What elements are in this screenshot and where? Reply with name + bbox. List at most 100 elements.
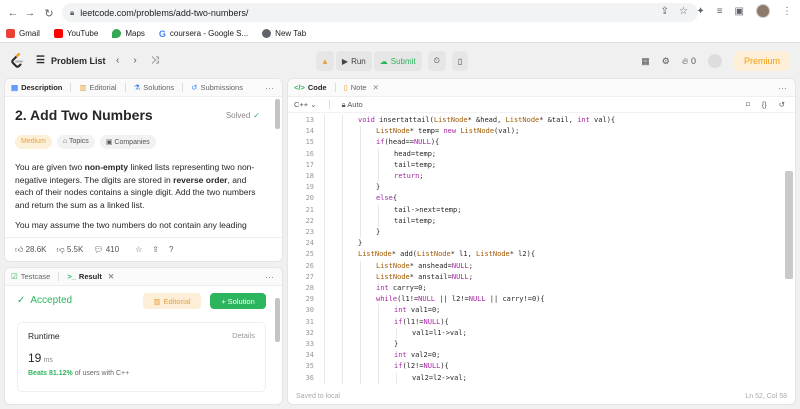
bookmark-maps[interactable]: Maps <box>112 29 145 38</box>
media-icon[interactable]: ≡ <box>717 6 723 17</box>
menu-icon[interactable]: ⋮ <box>782 6 792 17</box>
tab-result[interactable]: >_ Result ✕ <box>67 272 114 281</box>
more-icon[interactable]: ··· <box>265 83 274 93</box>
code-line[interactable]: 36 val2=l2->val; <box>288 372 795 384</box>
code-line[interactable]: 22 tail=temp; <box>288 215 795 227</box>
tab-description[interactable]: ▤ Description <box>11 83 62 92</box>
companies-chip[interactable]: ▣ Companies <box>99 135 156 149</box>
code-line[interactable]: 17 tail=temp; <box>288 159 795 171</box>
layout-icon[interactable]: ▦ <box>641 56 650 67</box>
auto-toggle[interactable]: 🔒︎ Auto <box>342 100 363 110</box>
braces-icon[interactable]: {} <box>762 100 767 109</box>
code-more-icon[interactable]: ··· <box>778 83 787 93</box>
result-scrollbar[interactable] <box>275 298 280 342</box>
code-line[interactable]: 30 int val1=0; <box>288 305 795 317</box>
code-line[interactable]: 31 if(l1!=NULL){ <box>288 316 795 328</box>
indent-guide <box>324 227 325 239</box>
favorite-star-icon[interactable]: ☆ <box>135 245 142 254</box>
code-line[interactable]: 34 int val2=0; <box>288 350 795 362</box>
code-line[interactable]: 35 if(l2!=NULL){ <box>288 361 795 373</box>
code-editor[interactable]: 13 void insertattail(ListNode* &head, Lis… <box>288 113 795 388</box>
code-line[interactable]: 25 ListNode* add(ListNode* l1, ListNode* … <box>288 249 795 261</box>
runtime-card[interactable]: Runtime Details 19 ms Beats 81.12% of us… <box>17 322 266 392</box>
result-more-icon[interactable]: ··· <box>265 272 274 282</box>
reload-icon[interactable]: ↻ <box>40 4 58 22</box>
line-number: 24 <box>305 239 314 248</box>
bookmark-star-icon[interactable]: ☆ <box>679 6 688 17</box>
code-line[interactable]: 16 head=temp; <box>288 148 795 160</box>
sidebar-icon[interactable]: ▣ <box>735 6 744 17</box>
profile-avatar[interactable] <box>756 4 770 18</box>
user-avatar-icon[interactable] <box>707 54 722 68</box>
extensions-icon[interactable]: ✦ <box>696 6 704 17</box>
tab-solutions[interactable]: ⚗ Solutions <box>134 83 175 92</box>
tab-editorial[interactable]: ▥ Editorial <box>79 83 116 92</box>
code-line[interactable]: 33} <box>288 339 795 351</box>
run-button[interactable]: ▶ Run <box>335 51 372 71</box>
leetcode-logo-icon[interactable] <box>10 53 24 69</box>
accepted-status: ✓ Accepted <box>17 295 73 306</box>
comments-button[interactable]: 💬︎ 410 <box>93 245 119 254</box>
bookmark-gmail[interactable]: Gmail <box>6 29 40 38</box>
solution-button[interactable]: + Solution <box>210 293 266 309</box>
bookmark-youtube[interactable]: YouTube <box>53 29 98 38</box>
code-line[interactable]: 23} <box>288 227 795 239</box>
indent-guide <box>360 283 361 295</box>
settings-gear-icon[interactable]: ⚙ <box>662 56 670 67</box>
submit-button[interactable]: ☁ Submit <box>373 51 422 71</box>
youtube-icon <box>53 29 63 38</box>
code-line[interactable]: 26 ListNode* anshead=NULL; <box>288 260 795 272</box>
code-line[interactable]: 20 else{ <box>288 193 795 205</box>
play-icon: ▶ <box>341 56 349 66</box>
back-icon[interactable]: ← <box>4 4 22 22</box>
runtime-value: 19 <box>28 351 42 365</box>
code-line[interactable]: 24} <box>288 238 795 250</box>
help-icon[interactable]: ? <box>169 245 173 254</box>
dislike-button[interactable]: 👎︎ 5.5K <box>57 245 84 255</box>
code-line[interactable]: 14 ListNode* temp= new ListNode(val); <box>288 126 795 138</box>
bookmark-icon[interactable]: ⌑ <box>746 100 750 109</box>
timer-button[interactable]: ⏲ <box>427 51 446 71</box>
code-line[interactable]: 27 ListNode* anstail=NULL; <box>288 271 795 283</box>
code-line[interactable]: 21 tail->next=temp; <box>288 204 795 216</box>
problem-list-link[interactable]: ☰ Problem List <box>36 55 105 66</box>
editorial-button[interactable]: ▥ Editorial <box>143 293 201 309</box>
streak-counter[interactable]: 🔥︎ 0 <box>682 56 696 67</box>
tab-submissions[interactable]: ↺ Submissions <box>191 83 243 92</box>
code-line[interactable]: 19} <box>288 182 795 194</box>
line-number: 33 <box>305 340 314 348</box>
code-line[interactable]: 29 while(l1!=NULL || l2!=NULL || carry!=0… <box>288 294 795 306</box>
code-line[interactable]: 28 int carry=0; <box>288 283 795 295</box>
bookmark-newtab[interactable]: New Tab <box>262 29 306 38</box>
address-bar[interactable]: 🔒︎ leetcode.com/problems/add-two-numbers… <box>62 3 698 22</box>
reset-icon[interactable]: ↺ <box>779 100 785 109</box>
language-select[interactable]: C++ ⌄ <box>294 100 317 109</box>
forward-icon[interactable]: → <box>21 4 39 22</box>
prev-problem-icon[interactable]: ‹ <box>116 55 119 66</box>
close-icon[interactable]: ✕ <box>373 83 379 92</box>
premium-button[interactable]: Premium <box>733 51 790 71</box>
code-line[interactable]: 18 return; <box>288 171 795 183</box>
notes-button[interactable]: ▯ <box>451 51 469 71</box>
tab-testcase[interactable]: ☑ Testcase <box>11 272 50 281</box>
tab-code[interactable]: </> Code <box>294 83 327 92</box>
debug-button[interactable]: ▲ <box>316 51 334 71</box>
difficulty-badge[interactable]: Medium <box>15 135 52 149</box>
code-line[interactable]: 32 val1=l1->val; <box>288 327 795 339</box>
like-button[interactable]: 👍︎ 28.6K <box>15 245 47 255</box>
share-icon[interactable]: ⇪ <box>661 6 669 17</box>
next-problem-icon[interactable]: › <box>133 55 136 66</box>
code-line[interactable]: 15 if(head==NULL){ <box>288 137 795 149</box>
url-text: leetcode.com/problems/add-two-numbers/ <box>80 7 249 18</box>
shuffle-icon[interactable]: ⤨ <box>151 55 159 66</box>
close-icon[interactable]: ✕ <box>108 272 114 281</box>
topics-chip[interactable]: ⌂ Topics <box>56 135 95 149</box>
details-link[interactable]: Details <box>232 331 255 341</box>
chevron-down-icon: ⌄ <box>310 100 317 109</box>
share-link-icon[interactable]: ⇪ <box>152 245 159 254</box>
code-line[interactable]: 13 void insertattail(ListNode* &head, Lis… <box>288 115 795 127</box>
tab-note[interactable]: ▯ Note ✕ <box>344 83 379 92</box>
description-scrollbar[interactable] <box>275 99 280 129</box>
bookmark-coursera[interactable]: Gcoursera - Google S... <box>159 29 248 39</box>
code-scrollbar[interactable] <box>785 171 793 279</box>
